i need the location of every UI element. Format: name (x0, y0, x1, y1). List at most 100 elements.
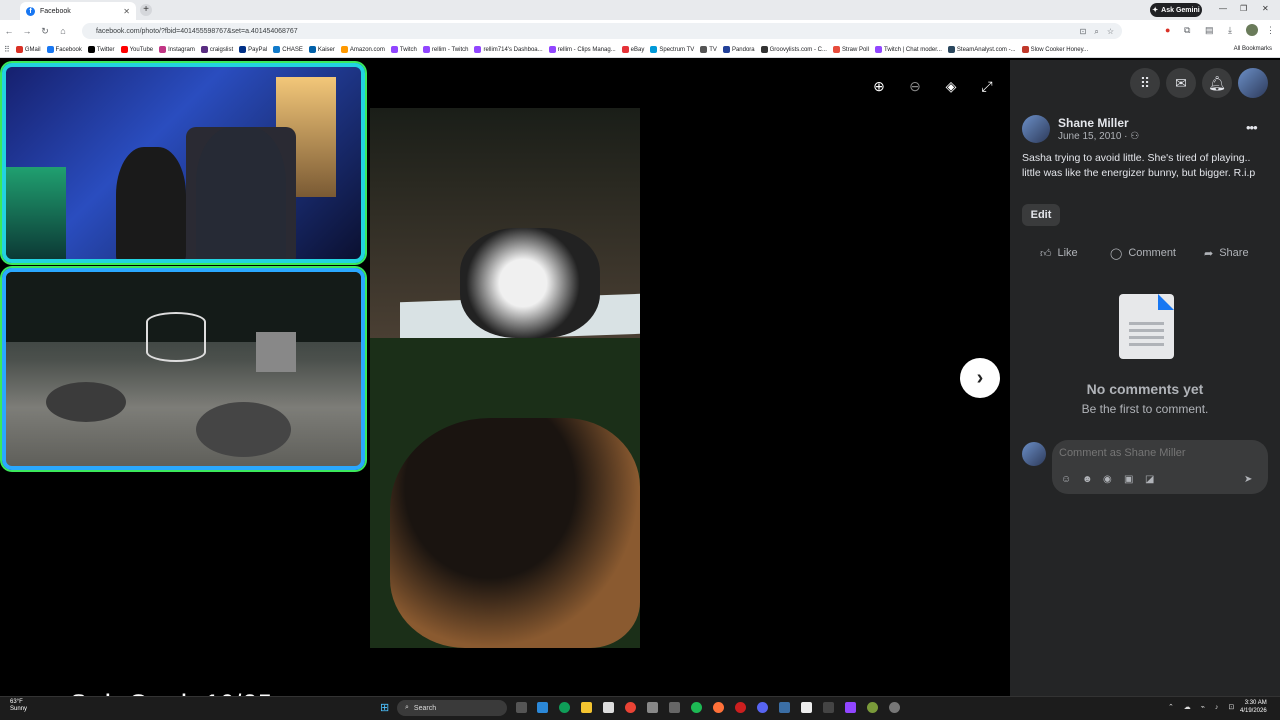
twitch-icon[interactable] (845, 702, 856, 713)
ask-gemini-button[interactable]: ✦ Ask Gemini (1150, 3, 1202, 17)
bookmark-item[interactable]: Groovylists.com - C... (760, 46, 827, 53)
bookmark-item[interactable]: Spectrum TV (650, 46, 694, 53)
bookmark-star-icon[interactable]: ☆ (1107, 27, 1114, 37)
firefox-icon[interactable] (713, 702, 724, 713)
zoom-icon[interactable]: ⌕ (1094, 27, 1098, 37)
bookmark-item[interactable]: eBay (621, 46, 644, 53)
zoom-out-icon[interactable]: ⊖ (906, 77, 924, 95)
close-window-icon[interactable]: ✕ (1262, 4, 1269, 13)
maximize-icon[interactable]: ❐ (1240, 4, 1247, 13)
sticker-icon[interactable]: ◪ (1145, 474, 1154, 485)
task-view-icon[interactable] (516, 702, 527, 713)
tab-facebook[interactable]: f Facebook ✕ (20, 2, 136, 20)
send-icon[interactable]: ➤ (1244, 474, 1252, 485)
app-icon[interactable] (647, 702, 658, 713)
bookmark-label: Slow Cooker Honey... (1030, 46, 1089, 53)
store-icon[interactable] (603, 702, 614, 713)
taskbar-search[interactable]: ⌕ Search (397, 700, 507, 716)
zoom-in-icon[interactable]: ⊕ (870, 77, 888, 95)
widgets-icon[interactable] (537, 702, 548, 713)
next-photo-button[interactable]: › (960, 358, 1000, 398)
bookmark-label: Spectrum TV (659, 46, 695, 53)
browser-menu-icon[interactable]: ⋮ (1266, 25, 1275, 36)
commenter-avatar[interactable] (1022, 442, 1046, 466)
post-options-icon[interactable]: ••• (1246, 120, 1258, 135)
gif-icon[interactable]: ▣ (1124, 474, 1133, 485)
edge-icon[interactable] (559, 702, 570, 713)
minimize-icon[interactable]: — (1219, 4, 1227, 13)
bookmark-item[interactable]: Pandora (722, 46, 755, 53)
app-icon[interactable] (669, 702, 680, 713)
spotify-icon[interactable] (691, 702, 702, 713)
bookmark-item[interactable]: GMail (15, 46, 41, 53)
bookmark-item[interactable]: rellim - Clips Manag... (548, 46, 616, 53)
weather-widget[interactable]: 63°F Sunny (10, 699, 27, 713)
bookmark-item[interactable]: Straw Poll (832, 46, 869, 53)
bookmark-item[interactable]: SteamAnalyst.com -... (947, 46, 1016, 53)
app-icon[interactable] (779, 702, 790, 713)
bookmark-item[interactable]: craigslist (200, 46, 233, 53)
bookmark-item[interactable]: YouTube (120, 46, 153, 53)
post-photo[interactable] (370, 108, 640, 648)
app-icon[interactable] (823, 702, 834, 713)
extensions-puzzle-icon[interactable]: ⧉ (1184, 25, 1190, 36)
bookmark-item[interactable]: Facebook (46, 46, 82, 53)
extension-icon[interactable]: ● (1165, 25, 1170, 35)
app-icon[interactable] (867, 702, 878, 713)
all-bookmarks-button[interactable]: All Bookmarks (1234, 46, 1272, 52)
bookmark-item[interactable]: TV (700, 46, 717, 53)
bookmark-item[interactable]: Amazon.com (340, 46, 385, 53)
post-author-avatar[interactable] (1022, 115, 1050, 143)
comment-input[interactable] (1059, 447, 1259, 459)
bookmark-label: Twitter (96, 46, 115, 53)
bookmark-label: Pandora (731, 46, 755, 53)
like-button[interactable]: 👍︎ Like (1040, 244, 1078, 262)
apps-grid-icon[interactable]: ⠿ (4, 45, 10, 54)
menu-grid-icon[interactable]: ⠿ (1130, 68, 1160, 98)
bookmark-item[interactable]: Twitch | Chat moder... (874, 46, 942, 53)
file-explorer-icon[interactable] (581, 702, 592, 713)
bookmark-item[interactable]: Instagram (159, 46, 195, 53)
new-tab-button[interactable]: + (140, 4, 152, 16)
bookmark-item[interactable]: Slow Cooker Honey... (1021, 46, 1089, 53)
bookmark-item[interactable]: CHASE (273, 46, 303, 53)
edit-button[interactable]: Edit (1022, 204, 1060, 226)
home-icon[interactable]: ⌂ (54, 26, 72, 36)
chrome-icon[interactable] (625, 702, 636, 713)
share-button[interactable]: ➦ Share (1204, 244, 1249, 262)
install-icon[interactable]: ⊡ (1080, 27, 1087, 37)
account-avatar[interactable] (1238, 68, 1268, 98)
bookmark-item[interactable]: rellim714's Dashboa... (474, 46, 543, 53)
windows-start-icon[interactable]: ⊞ (380, 701, 389, 714)
emoji-icon[interactable]: ☻ (1082, 474, 1093, 485)
taskbar-clock[interactable]: 3:30 AM 4/19/2026 (1240, 699, 1267, 715)
downloads-icon[interactable]: ⤓ (1228, 25, 1232, 36)
avatar-sticker-icon[interactable]: ☺ (1061, 474, 1071, 485)
comment-button[interactable]: ◯ Comment (1110, 244, 1176, 262)
messenger-icon[interactable]: ✉ (1166, 68, 1196, 98)
post-date[interactable]: June 15, 2010 · ⚇ (1058, 131, 1139, 142)
forward-icon[interactable]: → (18, 26, 36, 36)
close-tab-icon[interactable]: ✕ (123, 7, 130, 16)
camera-icon[interactable]: ◉ (1103, 474, 1112, 485)
reload-icon[interactable]: ↻ (36, 26, 54, 37)
sidebar-icon[interactable]: ▤ (1205, 25, 1214, 36)
bookmark-label: rellim - Twitch (431, 46, 469, 53)
bookmark-item[interactable]: PayPal (239, 46, 267, 53)
obs-icon[interactable] (801, 702, 812, 713)
post-author-name[interactable]: Shane Miller (1058, 116, 1129, 130)
system-tray[interactable]: ⌃ ☁ ⌁ ♪ ⊡ (1168, 703, 1238, 711)
tag-icon[interactable]: ◈ (942, 77, 960, 95)
back-icon[interactable]: ← (0, 26, 18, 36)
bookmark-item[interactable]: Twitch (390, 46, 417, 53)
notifications-bell-icon[interactable]: 🔔︎ (1202, 68, 1232, 98)
discord-icon[interactable] (757, 702, 768, 713)
bookmark-item[interactable]: Kaiser (308, 46, 335, 53)
app-icon[interactable] (735, 702, 746, 713)
bookmark-item[interactable]: Twitter (87, 46, 115, 53)
app-icon[interactable] (889, 702, 900, 713)
profile-avatar[interactable] (1246, 24, 1258, 36)
fullscreen-icon[interactable]: ⤢ (978, 77, 996, 95)
bookmark-item[interactable]: rellim - Twitch (422, 46, 469, 53)
url-input[interactable]: facebook.com/photo/?fbid=401455598767&se… (82, 23, 1122, 39)
